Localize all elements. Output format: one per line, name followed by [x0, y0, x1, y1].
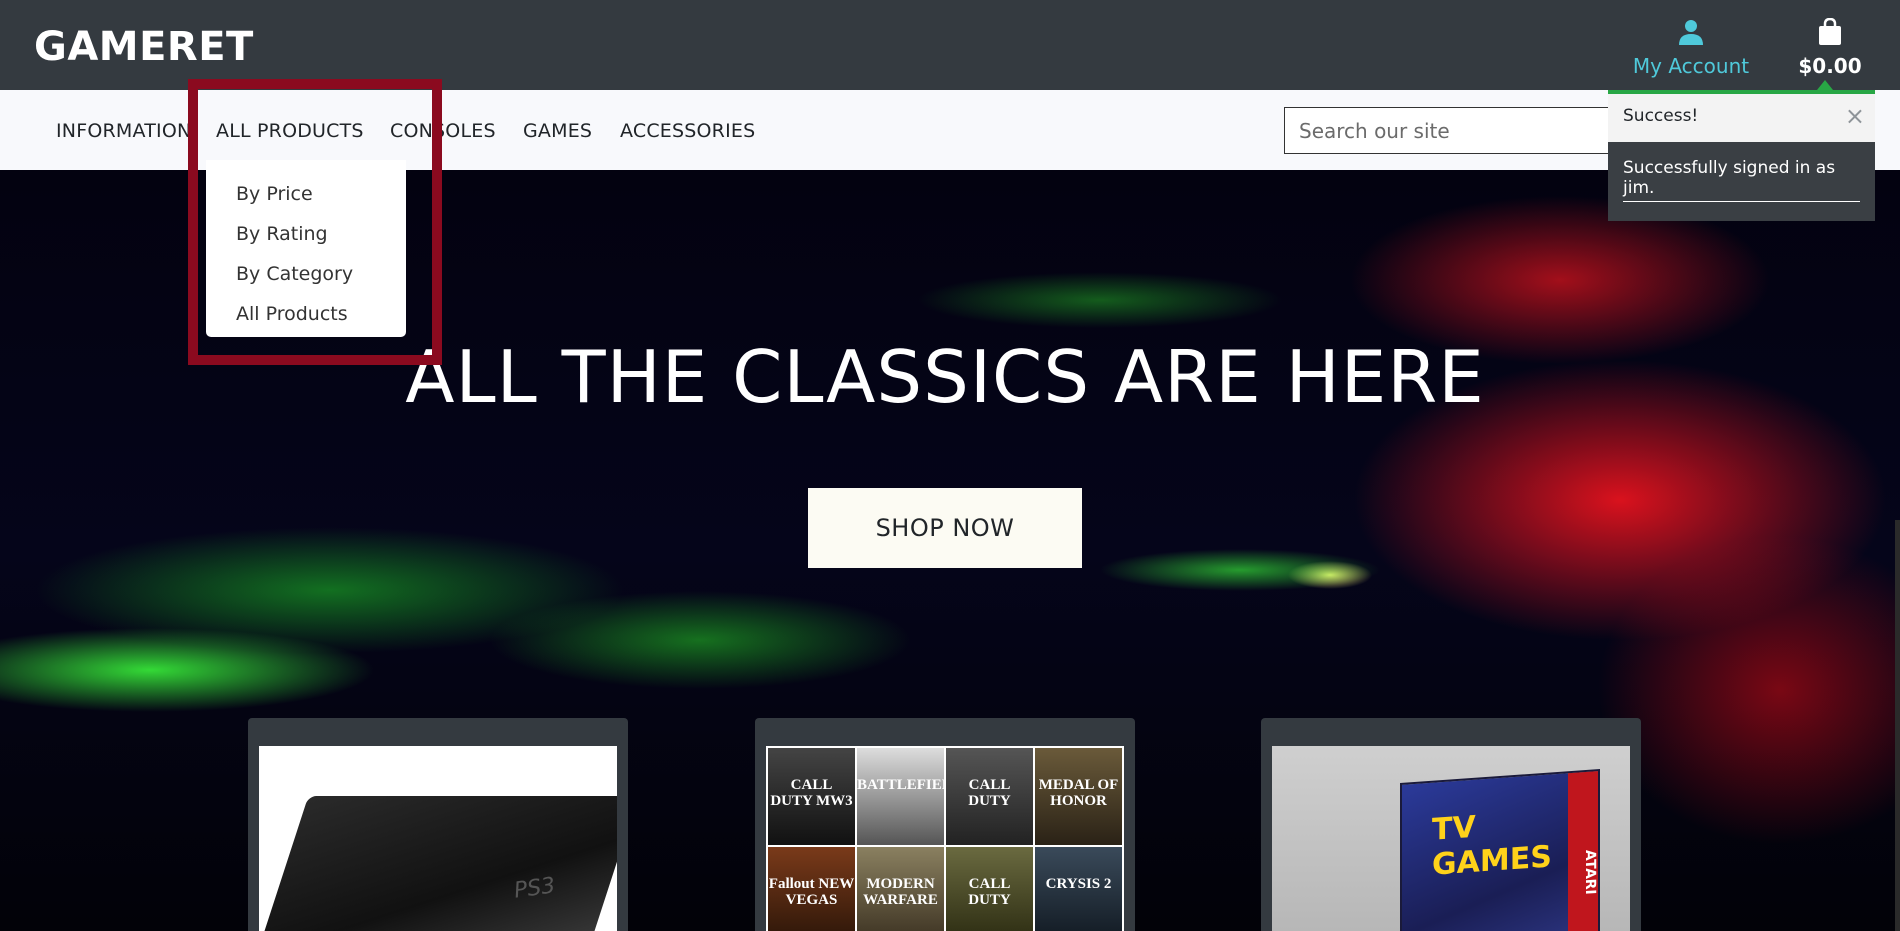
product-card-accessories[interactable]: TV GAMES ATARI [1261, 718, 1641, 931]
toast-body: Successfully signed in as jim. [1608, 142, 1875, 218]
nav-information[interactable]: INFORMATION [56, 120, 191, 142]
game-cover: CALL DUTY [946, 748, 1033, 845]
game-cover: MEDAL OF HONOR [1035, 748, 1122, 845]
game-cover: Fallout NEW VEGAS [768, 847, 855, 931]
close-icon[interactable]: × [1845, 94, 1865, 138]
nav-games[interactable]: GAMES [523, 120, 592, 142]
atari-brand-label: ATARI [1568, 771, 1598, 931]
dropdown-item-by-price[interactable]: By Price [206, 174, 406, 214]
search-input[interactable] [1284, 107, 1614, 154]
success-toast: Success! × Successfully signed in as jim… [1608, 90, 1875, 221]
product-card-consoles[interactable]: PS3 [248, 718, 628, 931]
hero-title: ALL THE CLASSICS ARE HERE [405, 335, 1485, 419]
site-logo[interactable]: GAMERET [34, 24, 254, 70]
user-icon [1679, 20, 1703, 45]
top-header: GAMERET My Account $0.00 [0, 0, 1900, 90]
atari-plug-and-play-image: TV GAMES ATARI [1272, 746, 1630, 931]
toast-message: Successfully signed in as jim. [1623, 158, 1860, 202]
nav-accessories[interactable]: ACCESSORIES [620, 120, 755, 142]
cart-total: $0.00 [1798, 54, 1862, 78]
game-cover: CRYSIS 2 [1035, 847, 1122, 931]
scrollbar[interactable] [1895, 520, 1900, 931]
nav-all-products[interactable]: ALL PRODUCTS [216, 120, 364, 142]
dropdown-item-all-products[interactable]: All Products [206, 294, 406, 334]
game-cover: CALL DUTY [946, 847, 1033, 931]
dropdown-item-by-category[interactable]: By Category [206, 254, 406, 294]
my-account-label: My Account [1632, 54, 1750, 78]
ps3-console-image: PS3 [259, 746, 617, 931]
toast-pointer [1817, 80, 1833, 90]
dropdown-item-by-rating[interactable]: By Rating [206, 214, 406, 254]
product-card-games[interactable]: CALL DUTY MW3 BATTLEFIELD CALL DUTY MEDA… [755, 718, 1135, 931]
toast-title: Success! [1623, 106, 1699, 126]
cart-link[interactable]: $0.00 [1795, 17, 1865, 78]
game-cover: BATTLEFIELD [857, 748, 944, 845]
all-products-dropdown: By Price By Rating By Category All Produ… [206, 160, 406, 337]
shopping-bag-icon [1819, 17, 1841, 45]
toast-header: Success! × [1608, 94, 1875, 142]
nav-consoles[interactable]: CONSOLES [390, 120, 496, 142]
game-covers-image: CALL DUTY MW3 BATTLEFIELD CALL DUTY MEDA… [766, 746, 1124, 931]
game-cover: CALL DUTY MW3 [768, 748, 855, 845]
game-cover: MODERN WARFARE [857, 847, 944, 931]
my-account-link[interactable]: My Account [1630, 18, 1752, 78]
shop-now-button[interactable]: SHOP NOW [808, 488, 1082, 568]
